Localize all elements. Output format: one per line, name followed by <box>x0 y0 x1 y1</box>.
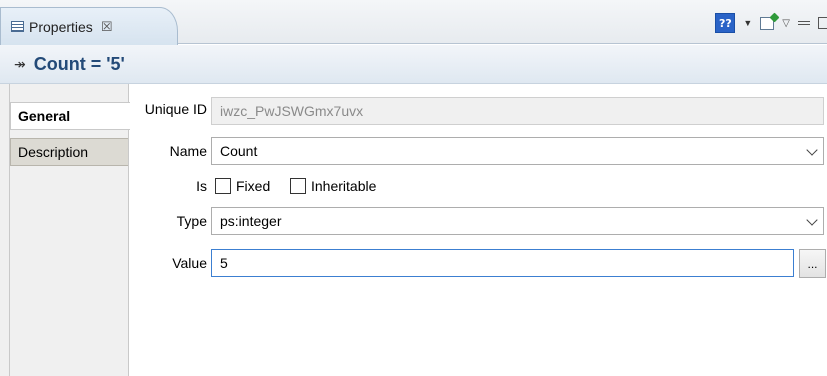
name-value: Count <box>220 143 258 159</box>
value-input[interactable]: 5 <box>211 249 794 277</box>
name-combo[interactable]: Count <box>211 137 824 165</box>
browse-button[interactable]: ... <box>799 249 826 278</box>
tab-description[interactable]: Description <box>10 138 128 166</box>
fixed-label: Fixed <box>236 178 271 194</box>
value-label: Value <box>172 255 207 271</box>
unique-id-field: iwzc_PwJSWGmx7uvx <box>211 97 824 125</box>
view-tab-bar: Properties ☒ ?? ▼ ▽ <box>0 0 827 45</box>
inheritable-label: Inheritable <box>311 178 377 194</box>
minimize-icon[interactable] <box>798 18 810 28</box>
type-combo[interactable]: ps:integer <box>211 207 824 235</box>
is-label: Is <box>196 178 207 194</box>
inheritable-checkbox[interactable] <box>290 178 306 194</box>
properties-header: ↠ Count = '5' <box>0 45 827 84</box>
maximize-icon[interactable] <box>818 17 827 29</box>
tab-general[interactable]: General <box>10 102 130 130</box>
unique-id-value: iwzc_PwJSWGmx7uvx <box>220 103 364 119</box>
type-label: Type <box>176 213 207 229</box>
view-toolbar: ?? ▼ ▽ <box>715 12 827 34</box>
tab-title: Properties <box>29 18 93 35</box>
chevron-down-icon[interactable] <box>805 145 819 159</box>
type-value: ps:integer <box>220 213 282 229</box>
properties-tab[interactable]: Properties ☒ <box>0 7 178 45</box>
close-tab-icon[interactable]: ☒ <box>101 19 113 35</box>
attribute-icon: ↠ <box>14 55 26 72</box>
section-tabs: General Description <box>0 84 130 376</box>
help-dropdown-icon[interactable]: ▼ <box>743 18 752 28</box>
value-text: 5 <box>220 255 228 271</box>
pin-view-icon[interactable] <box>760 16 775 30</box>
chevron-down-icon[interactable] <box>805 215 819 229</box>
name-label: Name <box>169 143 207 159</box>
properties-view-icon <box>11 21 24 32</box>
help-icon[interactable]: ?? <box>715 13 736 33</box>
fixed-checkbox[interactable] <box>215 178 231 194</box>
unique-id-label: Unique ID <box>144 101 207 117</box>
view-menu-icon[interactable]: ▽ <box>782 18 790 29</box>
page-title: Count = '5' <box>33 53 125 74</box>
